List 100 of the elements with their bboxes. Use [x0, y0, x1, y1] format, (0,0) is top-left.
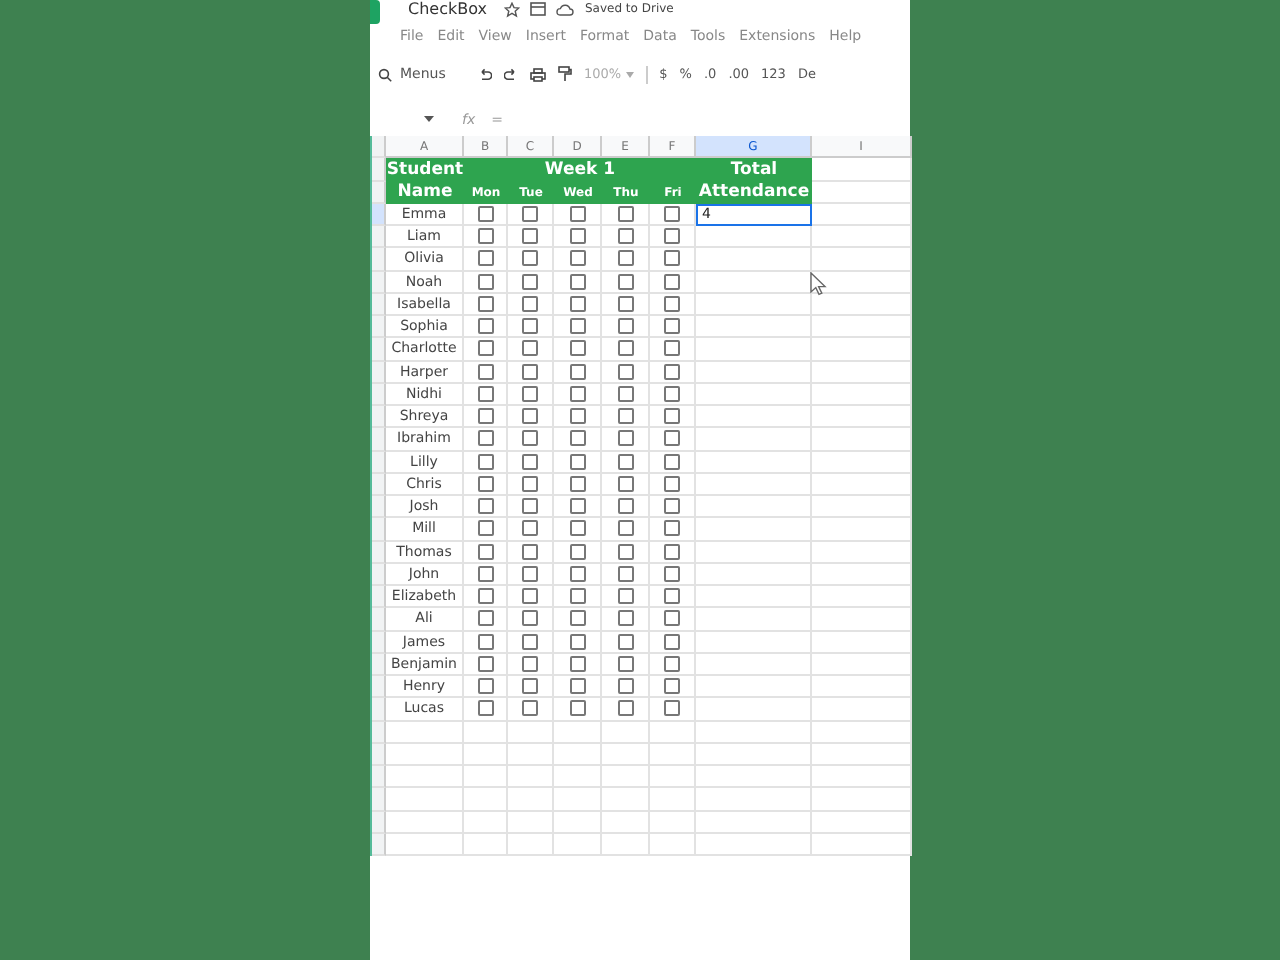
checkbox[interactable]: [522, 520, 538, 537]
checkbox[interactable]: [569, 610, 585, 627]
checkbox[interactable]: [522, 453, 538, 470]
checkbox[interactable]: [664, 588, 680, 605]
folder-icon[interactable]: [530, 2, 547, 16]
checkbox[interactable]: [617, 228, 633, 245]
checkbox[interactable]: [522, 588, 538, 605]
checkbox[interactable]: [617, 610, 633, 627]
checkbox[interactable]: [664, 340, 680, 357]
checkbox[interactable]: [617, 678, 633, 695]
checkbox[interactable]: [617, 273, 633, 290]
checkbox[interactable]: [477, 318, 493, 335]
checkbox[interactable]: [664, 655, 680, 672]
checkbox[interactable]: [617, 700, 633, 717]
checkbox[interactable]: [477, 588, 493, 605]
corner-cell[interactable]: [372, 136, 386, 159]
checkbox[interactable]: [569, 453, 585, 470]
checkbox[interactable]: [477, 543, 493, 560]
checkbox[interactable]: [664, 498, 680, 515]
checkbox[interactable]: [477, 655, 493, 672]
checkbox[interactable]: [522, 408, 538, 425]
checkbox[interactable]: [477, 475, 493, 492]
checkbox[interactable]: [617, 430, 633, 447]
checkbox[interactable]: [664, 430, 680, 447]
checkbox[interactable]: [664, 633, 680, 650]
checkbox[interactable]: [569, 385, 585, 402]
checkbox[interactable]: [664, 273, 680, 290]
checkbox[interactable]: [477, 295, 493, 312]
caret-icon[interactable]: [424, 116, 434, 122]
checkbox[interactable]: [522, 633, 538, 650]
checkbox[interactable]: [569, 295, 585, 312]
checkbox[interactable]: [617, 475, 633, 492]
checkbox[interactable]: [477, 520, 493, 537]
checkbox[interactable]: [617, 655, 633, 672]
checkbox[interactable]: [522, 250, 538, 267]
checkbox[interactable]: [569, 273, 585, 290]
checkbox[interactable]: [522, 430, 538, 447]
checkbox[interactable]: [569, 633, 585, 650]
checkbox[interactable]: [664, 385, 680, 402]
checkbox[interactable]: [617, 453, 633, 470]
checkbox[interactable]: [569, 228, 585, 245]
checkbox[interactable]: [477, 205, 493, 222]
checkbox[interactable]: [664, 565, 680, 582]
checkbox[interactable]: [522, 498, 538, 515]
checkbox[interactable]: [617, 363, 633, 380]
checkbox[interactable]: [477, 610, 493, 627]
checkbox[interactable]: [664, 228, 680, 245]
checkbox[interactable]: [617, 340, 633, 357]
checkbox[interactable]: [477, 363, 493, 380]
print-icon[interactable]: [530, 67, 546, 81]
checkbox[interactable]: [569, 363, 585, 380]
checkbox[interactable]: [522, 295, 538, 312]
checkbox[interactable]: [664, 678, 680, 695]
checkbox[interactable]: [522, 385, 538, 402]
checkbox[interactable]: [569, 700, 585, 717]
checkbox[interactable]: [569, 250, 585, 267]
checkbox[interactable]: [569, 430, 585, 447]
checkbox[interactable]: [664, 453, 680, 470]
checkbox[interactable]: [617, 318, 633, 335]
checkbox[interactable]: [664, 475, 680, 492]
checkbox[interactable]: [617, 588, 633, 605]
checkbox[interactable]: [569, 520, 585, 537]
paint-format-icon[interactable]: [558, 66, 572, 82]
checkbox[interactable]: [477, 565, 493, 582]
checkbox[interactable]: [477, 678, 493, 695]
checkbox[interactable]: [477, 453, 493, 470]
checkbox[interactable]: [477, 340, 493, 357]
checkbox[interactable]: [569, 340, 585, 357]
checkbox[interactable]: [617, 520, 633, 537]
checkbox[interactable]: [522, 205, 538, 222]
checkbox[interactable]: [569, 205, 585, 222]
checkbox[interactable]: [569, 498, 585, 515]
checkbox[interactable]: [664, 543, 680, 560]
checkbox[interactable]: [569, 318, 585, 335]
checkbox[interactable]: [617, 543, 633, 560]
checkbox[interactable]: [664, 295, 680, 312]
checkbox[interactable]: [522, 228, 538, 245]
checkbox[interactable]: [477, 498, 493, 515]
checkbox[interactable]: [617, 498, 633, 515]
star-icon[interactable]: [504, 1, 521, 17]
checkbox[interactable]: [664, 363, 680, 380]
checkbox[interactable]: [477, 228, 493, 245]
checkbox[interactable]: [477, 408, 493, 425]
checkbox[interactable]: [522, 273, 538, 290]
checkbox[interactable]: [477, 250, 493, 267]
checkbox[interactable]: [569, 678, 585, 695]
checkbox[interactable]: [522, 340, 538, 357]
checkbox[interactable]: [617, 633, 633, 650]
checkbox[interactable]: [664, 250, 680, 267]
checkbox[interactable]: [569, 655, 585, 672]
checkbox[interactable]: [664, 205, 680, 222]
checkbox[interactable]: [664, 318, 680, 335]
checkbox[interactable]: [569, 408, 585, 425]
checkbox[interactable]: [617, 408, 633, 425]
checkbox[interactable]: [664, 520, 680, 537]
checkbox[interactable]: [617, 295, 633, 312]
checkbox[interactable]: [477, 633, 493, 650]
undo-icon[interactable]: [478, 67, 492, 81]
checkbox[interactable]: [522, 318, 538, 335]
checkbox[interactable]: [522, 565, 538, 582]
